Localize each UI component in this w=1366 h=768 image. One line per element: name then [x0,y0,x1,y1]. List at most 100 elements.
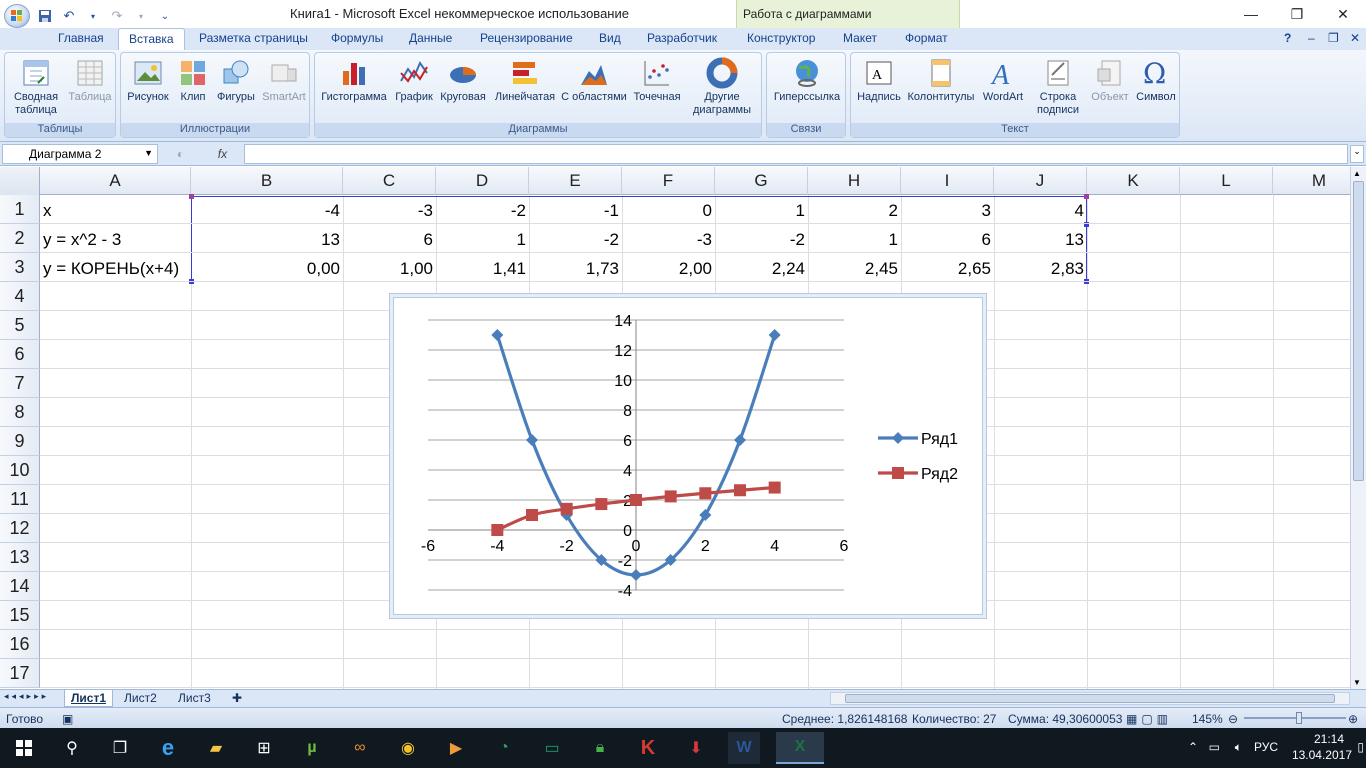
volume-icon[interactable]: 🔈︎ [1235,740,1242,755]
tab-home[interactable]: Главная [58,31,104,45]
zoom-out-icon[interactable]: ⊖ [1228,712,1238,726]
help-icon[interactable]: ? [1284,31,1291,45]
column-header-i[interactable]: I [901,167,994,195]
scroll-up-icon[interactable]: ▲ [1353,169,1361,178]
word-icon[interactable]: W [728,732,760,764]
row-header-7[interactable]: 7 [0,369,40,398]
column-header-c[interactable]: C [343,167,436,195]
chrome-icon[interactable]: ◉ [392,732,424,764]
row-header-5[interactable]: 5 [0,311,40,340]
notifications-icon[interactable]: ▯ [1357,740,1364,754]
download-app-icon[interactable]: ⬇ [680,732,712,764]
column-header-b[interactable]: B [191,167,343,195]
sheet-tab-2[interactable]: Лист2 [118,690,163,707]
column-header-a[interactable]: A [40,167,191,195]
row-header-3[interactable]: 3 [0,253,40,282]
histogram-button[interactable]: Гистограмма [317,55,391,104]
column-header-k[interactable]: K [1087,167,1180,195]
vertical-scrollbar[interactable]: ▲ ▼ [1350,167,1366,689]
horizontal-scrollbar[interactable] [830,692,1350,705]
infinity-app-icon[interactable]: ∞ [344,732,376,764]
formula-bar-splitter-icon[interactable]: ◐ [177,147,184,161]
row-header-4[interactable]: 4 [0,282,40,311]
expand-formula-bar-icon[interactable]: ⌄ [1350,145,1364,163]
range-handle[interactable] [189,194,194,199]
row-header-14[interactable]: 14 [0,572,40,601]
table-button[interactable]: Таблица [65,55,115,104]
save-icon[interactable] [36,7,54,25]
chevron-down-icon[interactable]: ▼ [144,148,153,158]
row-header-12[interactable]: 12 [0,514,40,543]
textbox-button[interactable]: A Надпись [853,55,905,104]
minimize-button[interactable]: — [1228,0,1274,28]
picture-button[interactable]: Рисунок [123,55,173,104]
sheet-nav-arrows-icon[interactable]: ◂◂◂▸▸▸ [4,691,49,702]
scatter-chart-button[interactable]: Точечная [629,55,685,104]
maximize-button[interactable]: ❐ [1274,0,1320,28]
utorrent-icon[interactable]: µ [296,732,328,764]
column-header-l[interactable]: L [1180,167,1273,195]
bar-chart-button[interactable]: Линейчатая [491,55,559,104]
office-button[interactable] [4,4,30,28]
column-header-j[interactable]: J [994,167,1087,195]
sheet-tab-3[interactable]: Лист3 [172,690,217,707]
row-header-9[interactable]: 9 [0,427,40,456]
ribbon-restore-icon[interactable]: ❐ [1328,31,1339,45]
task-view-icon[interactable]: ❐ [104,732,136,764]
cell-a1[interactable]: x [43,196,189,225]
media-player-icon[interactable]: ▶ [440,732,472,764]
row-header-16[interactable]: 16 [0,630,40,659]
pivot-table-button[interactable]: Сводная таблица [7,55,65,117]
line-chart-button[interactable]: График [391,55,437,104]
name-box[interactable]: Диаграмма 2 ▼ [2,144,158,164]
view-buttons-icon[interactable]: ▦▢▥ [1126,712,1172,726]
tab-formulas[interactable]: Формулы [331,31,383,45]
clip-button[interactable]: Клип [175,55,211,104]
zoom-slider[interactable] [1244,712,1346,724]
column-header-h[interactable]: H [808,167,901,195]
zoom-slider-thumb[interactable] [1296,712,1302,724]
excel-icon[interactable]: X [776,732,824,764]
symbol-button[interactable]: Ω Символ [1133,55,1179,104]
row-header-8[interactable]: 8 [0,398,40,427]
formula-input[interactable] [244,144,1348,164]
undo-dropdown-icon[interactable]: ▾ [84,7,102,25]
cell-a3[interactable]: y = КОРЕНЬ(x+4) [43,254,189,283]
zoom-in-icon[interactable]: ⊕ [1348,712,1358,726]
undo-icon[interactable]: ↶ [60,7,78,25]
language-indicator[interactable]: РУС [1254,740,1278,754]
row-header-11[interactable]: 11 [0,485,40,514]
edge-browser-icon[interactable]: e [152,732,184,764]
ribbon-close-icon[interactable]: ✕ [1350,31,1360,45]
lock-app-icon[interactable]: 🔒︎ [584,732,616,764]
sheet-tab-1[interactable]: Лист1 [64,690,114,707]
file-explorer-icon[interactable]: ▰ [200,732,232,764]
macro-record-icon[interactable]: ▣ [62,712,73,726]
row-header-6[interactable]: 6 [0,340,40,369]
tab-developer[interactable]: Разработчик [647,31,717,45]
embedded-chart[interactable]: -4 -2 0 2 4 6 8 10 12 14 -6 -4 -2 0 2 4 6 Ряд1 Ряд2 [393,297,983,615]
tab-view[interactable]: Вид [599,31,621,45]
store-icon[interactable]: ⊞ [248,732,280,764]
tab-insert[interactable]: Вставка [118,28,185,50]
column-header-g[interactable]: G [715,167,808,195]
redo-icon[interactable]: ↷ [108,7,126,25]
row-header-2[interactable]: 2 [0,224,40,253]
stats-app-icon[interactable]: ◔ [488,732,520,764]
clock-time[interactable]: 21:14 [1314,732,1344,746]
area-chart-button[interactable]: С областями [559,55,629,104]
close-button[interactable]: ✕ [1320,0,1366,28]
row-header-10[interactable]: 10 [0,456,40,485]
object-button[interactable]: Объект [1087,55,1133,104]
row-header-15[interactable]: 15 [0,601,40,630]
column-header-e[interactable]: E [529,167,622,195]
hyperlink-button[interactable]: Гиперссылка [769,55,845,104]
row-header-13[interactable]: 13 [0,543,40,572]
wordart-button[interactable]: A WordArt [977,55,1029,104]
column-header-d[interactable]: D [436,167,529,195]
windows-start-icon[interactable] [8,732,40,764]
row-header-17[interactable]: 17 [0,659,40,688]
tray-chevron-icon[interactable]: ⌃ [1188,740,1198,754]
column-header-f[interactable]: F [622,167,715,195]
tab-review[interactable]: Рецензирование [480,31,573,45]
